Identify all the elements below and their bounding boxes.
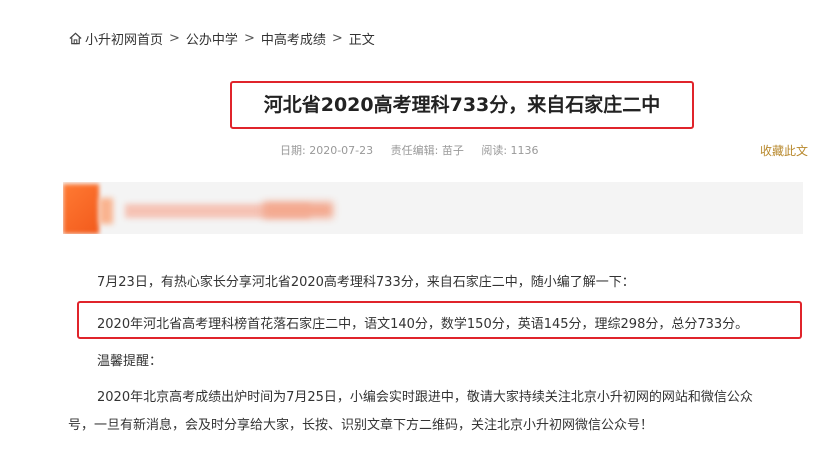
breadcrumb-separator: >	[243, 30, 255, 46]
tip-heading: 温馨提醒：	[97, 354, 163, 369]
banner-logo-block	[63, 184, 99, 234]
article-editor: 责任编辑: 苗子	[390, 144, 464, 157]
article-title: 河北省2020高考理科733分，来自石家庄二中	[263, 94, 661, 116]
breadcrumb: 小升初网首页 > 公办中学 > 中高考成绩 > 正文	[68, 28, 375, 48]
article-meta: 日期: 2020-07-23 责任编辑: 苗子 阅读: 1136	[280, 142, 553, 158]
tip-line-2: 号，一旦有新消息，会及时分享给大家，长按、识别文章下方二维码，关注北京小升初网微…	[68, 418, 654, 433]
breadcrumb-exam-scores-link[interactable]: 中高考成绩	[261, 29, 326, 48]
breadcrumb-separator: >	[169, 30, 180, 46]
banner-logo-block	[99, 198, 113, 224]
breadcrumb-home-link[interactable]: 小升初网首页	[85, 29, 163, 48]
article-date: 日期: 2020-07-23	[280, 144, 374, 157]
favorite-link[interactable]: 收藏此文	[760, 142, 808, 159]
blurred-banner-image	[63, 182, 803, 234]
tip-line-1: 2020年北京高考成绩出炉时间为7月25日，小编会实时跟进中，敬请大家持续关注北…	[97, 390, 753, 405]
paragraph-intro: 7月23日，有热心家长分享河北省2020高考理科733分，来自石家庄二中，随小编…	[97, 275, 635, 290]
home-icon[interactable]	[68, 31, 83, 46]
paragraph-score: 2020年河北省高考理科榜首花落石家庄二中，语文140分，数学150分，英语14…	[97, 317, 749, 332]
breadcrumb-current: 正文	[348, 32, 375, 48]
breadcrumb-separator: >	[331, 30, 343, 46]
breadcrumb-public-school-link[interactable]: 公办中学	[186, 29, 238, 48]
article-views: 阅读: 1136	[481, 144, 539, 157]
banner-text-block	[263, 202, 333, 218]
